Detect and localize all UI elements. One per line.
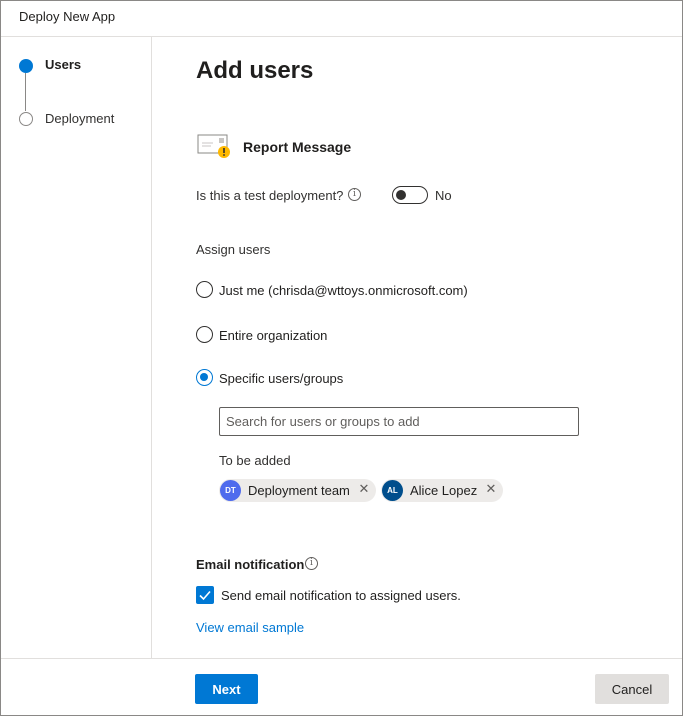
radio-just-me-label[interactable]: Just me (chrisda@wttoys.onmicrosoft.com) xyxy=(219,283,468,298)
radio-just-me[interactable] xyxy=(196,281,213,298)
radio-entire-organization-label[interactable]: Entire organization xyxy=(219,328,327,343)
toggle-state-label: No xyxy=(435,188,452,203)
email-notification-label[interactable]: Send email notification to assigned user… xyxy=(221,588,461,603)
next-button[interactable]: Next xyxy=(195,674,258,704)
to-be-added-label: To be added xyxy=(219,453,291,468)
step-users-label[interactable]: Users xyxy=(45,57,81,72)
radio-specific-users-label[interactable]: Specific users/groups xyxy=(219,371,343,386)
title-bar: Deploy New App xyxy=(1,1,682,37)
test-deployment-toggle[interactable] xyxy=(392,186,428,204)
deploy-app-dialog: Deploy New App Users Deployment Add user… xyxy=(0,0,683,716)
main-content: Add users Report Message Is this a test … xyxy=(153,37,682,659)
checkmark-icon xyxy=(199,590,211,601)
test-deployment-label: Is this a test deployment? xyxy=(196,188,344,203)
chip-name: Alice Lopez xyxy=(410,483,478,498)
step-users-indicator xyxy=(19,59,33,73)
avatar: DT xyxy=(220,480,241,501)
view-email-sample-link[interactable]: View email sample xyxy=(196,620,304,635)
info-icon[interactable]: i xyxy=(305,557,318,570)
radio-entire-organization[interactable] xyxy=(196,326,213,343)
info-icon[interactable]: i xyxy=(348,188,361,201)
dialog-title: Deploy New App xyxy=(19,9,116,24)
chip-deployment-team: DT Deployment team ✕ xyxy=(219,479,376,502)
step-deployment-label[interactable]: Deployment xyxy=(45,111,114,126)
wizard-steps: Users Deployment xyxy=(1,37,152,659)
avatar: AL xyxy=(382,480,403,501)
remove-icon[interactable]: ✕ xyxy=(484,481,498,497)
step-deployment-indicator xyxy=(19,112,33,126)
cancel-button[interactable]: Cancel xyxy=(595,674,669,704)
step-connector xyxy=(25,73,26,111)
app-name: Report Message xyxy=(243,139,352,155)
chip-name: Deployment team xyxy=(248,483,350,498)
remove-icon[interactable]: ✕ xyxy=(357,481,371,497)
toggle-knob xyxy=(396,190,406,200)
email-notification-checkbox[interactable] xyxy=(196,586,214,604)
email-notification-title: Email notification xyxy=(196,557,305,572)
page-title: Add users xyxy=(196,57,314,84)
chip-alice-lopez: AL Alice Lopez ✕ xyxy=(381,479,503,502)
assign-users-label: Assign users xyxy=(196,242,271,257)
dialog-footer: Next Cancel xyxy=(1,658,682,715)
envelope-warning-icon xyxy=(197,133,231,159)
search-users-input[interactable] xyxy=(219,407,579,436)
radio-specific-users[interactable] xyxy=(196,369,213,386)
